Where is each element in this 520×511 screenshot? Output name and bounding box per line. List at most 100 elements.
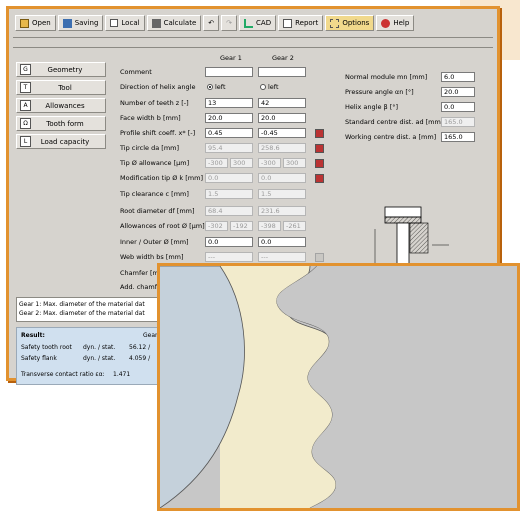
tip-clearance-gear1-input[interactable]: 1.5 bbox=[205, 189, 253, 199]
geometry-icon: G bbox=[20, 64, 31, 75]
cad-icon bbox=[244, 18, 254, 28]
tip-circle-gear1-input[interactable]: 95.4 bbox=[205, 143, 253, 153]
safety-root-mode: dyn. / stat. bbox=[83, 344, 116, 351]
help-button[interactable]: Help bbox=[376, 15, 415, 31]
helix-gear1-radio[interactable]: left bbox=[207, 83, 226, 91]
sidebar-item-label: Load capacity bbox=[40, 137, 90, 146]
report-button[interactable]: Report bbox=[278, 15, 324, 31]
safety-flank-value: 4.059 / bbox=[129, 355, 151, 362]
toolbar: Open Saving Local Calculate ↶ ↷ CAD Repo… bbox=[15, 15, 415, 31]
calculator-icon bbox=[151, 18, 161, 28]
saving-button[interactable]: Saving bbox=[57, 15, 104, 31]
report-icon bbox=[283, 18, 293, 28]
tip-circle-gear2-input[interactable]: 258.6 bbox=[258, 143, 306, 153]
helix-gear2-radio[interactable]: left bbox=[260, 83, 279, 91]
calc-icon[interactable] bbox=[315, 159, 324, 168]
mod-tip-gear2-input[interactable]: 0.0 bbox=[258, 173, 306, 183]
root-diameter-gear2-input[interactable]: 231.6 bbox=[258, 206, 306, 216]
inner-outer-gear2-input[interactable]: 0.0 bbox=[258, 237, 306, 247]
comment-gear1-input[interactable] bbox=[205, 67, 253, 77]
redo-icon: ↷ bbox=[226, 19, 233, 27]
mod-tip-gear1-input[interactable]: 0.0 bbox=[205, 173, 253, 183]
message-line: Gear 1: Max. diameter of the material da… bbox=[19, 301, 145, 308]
gear-mesh-illustration bbox=[160, 266, 517, 508]
teeth-gear1-input[interactable]: 13 bbox=[205, 98, 253, 108]
cad-label: CAD bbox=[256, 19, 272, 27]
divider bbox=[13, 37, 493, 38]
root-allow-g2-upper[interactable]: -261 bbox=[283, 221, 306, 231]
divider bbox=[13, 47, 493, 48]
contact-ratio-label: Transverse contact ratio εα: bbox=[21, 371, 105, 378]
std-centre-input[interactable]: 165.0 bbox=[441, 117, 475, 127]
face-width-label: Face width b [mm] bbox=[120, 114, 181, 122]
web-width-gear2-input[interactable]: --- bbox=[258, 252, 306, 262]
gear2-header: Gear 2 bbox=[272, 54, 294, 62]
sidebar-item-allowances[interactable]: A Allowances bbox=[16, 98, 106, 113]
help-label: Help bbox=[393, 19, 410, 27]
helix-direction-label: Direction of helix angle bbox=[120, 83, 196, 91]
options-button[interactable]: Options bbox=[325, 15, 375, 31]
sidebar-item-tooth-form[interactable]: Ω Tooth form bbox=[16, 116, 106, 131]
mod-tip-label: Modification tip Ø k [mm] bbox=[120, 174, 203, 182]
sidebar-item-label: Tooth form bbox=[46, 119, 84, 128]
face-width-gear2-input[interactable]: 20.0 bbox=[258, 113, 306, 123]
checkbox-icon bbox=[110, 19, 119, 27]
face-width-gear1-input[interactable]: 20.0 bbox=[205, 113, 253, 123]
tip-clearance-gear2-input[interactable]: 1.5 bbox=[258, 189, 306, 199]
save-icon bbox=[62, 18, 72, 28]
tip-allow-g1-lower[interactable]: -300 bbox=[205, 158, 228, 168]
teeth-label: Number of teeth z [-] bbox=[120, 99, 189, 107]
std-centre-label: Standard centre dist. ad [mm] bbox=[345, 118, 444, 126]
root-allow-g2-lower[interactable]: -398 bbox=[258, 221, 281, 231]
work-centre-label: Working centre dist. a [mm] bbox=[345, 133, 437, 141]
normal-module-label: Normal module mn [mm] bbox=[345, 73, 428, 81]
profile-shift-gear2-input[interactable]: -0.45 bbox=[258, 128, 306, 138]
comment-gear2-input[interactable] bbox=[258, 67, 306, 77]
result-panel: Result: Gear Safety tooth root dyn. / st… bbox=[16, 327, 176, 385]
undo-button[interactable]: ↶ bbox=[203, 15, 220, 31]
root-allow-g1-lower[interactable]: -302 bbox=[205, 221, 228, 231]
sidebar-item-geometry[interactable]: G Geometry bbox=[16, 62, 106, 77]
cad-button[interactable]: CAD bbox=[239, 15, 277, 31]
root-diameter-label: Root diameter df [mm] bbox=[120, 207, 195, 215]
add-chamfer-label: Add. chamfe bbox=[120, 283, 162, 291]
safety-root-value: 56.12 / bbox=[129, 344, 151, 351]
redo-button[interactable]: ↷ bbox=[221, 15, 238, 31]
calc-icon[interactable] bbox=[315, 144, 324, 153]
sidebar-item-load-capacity[interactable]: L Load capacity bbox=[16, 134, 106, 149]
tip-allow-g1-upper[interactable]: 300 bbox=[230, 158, 253, 168]
calc-icon[interactable] bbox=[315, 129, 324, 138]
help-icon bbox=[381, 18, 391, 28]
gear-section-diagram bbox=[374, 206, 449, 265]
tip-allow-g2-upper[interactable]: 300 bbox=[283, 158, 306, 168]
sidebar-item-tool[interactable]: T Tool bbox=[16, 80, 106, 95]
safety-flank-mode: dyn. / stat. bbox=[83, 355, 116, 362]
normal-module-input[interactable]: 6.0 bbox=[441, 72, 475, 82]
pressure-angle-input[interactable]: 20.0 bbox=[441, 87, 475, 97]
local-checkbox[interactable]: Local bbox=[105, 15, 145, 31]
calc-icon[interactable] bbox=[315, 174, 324, 183]
tip-circle-label: Tip circle da [mm] bbox=[120, 144, 180, 152]
root-diameter-gear1-input[interactable]: 68.4 bbox=[205, 206, 253, 216]
allowances-icon: A bbox=[20, 100, 31, 111]
tip-allow-g2-lower[interactable]: -300 bbox=[258, 158, 281, 168]
work-centre-input[interactable]: 165.0 bbox=[441, 132, 475, 142]
comment-label: Comment bbox=[120, 68, 152, 76]
web-width-gear1-input[interactable]: --- bbox=[205, 252, 253, 262]
root-allow-g1-upper[interactable]: -192 bbox=[230, 221, 253, 231]
teeth-gear2-input[interactable]: 42 bbox=[258, 98, 306, 108]
folder-icon bbox=[20, 18, 29, 28]
contact-ratio-value: 1.471 bbox=[113, 371, 131, 378]
tooth-form-zoom-view bbox=[157, 263, 520, 511]
helix-angle-label: Helix angle β [°] bbox=[345, 103, 399, 111]
helix-angle-input[interactable]: 0.0 bbox=[441, 102, 475, 112]
options-label: Options bbox=[342, 19, 370, 27]
safety-flank-label: Safety flank bbox=[21, 355, 57, 362]
calc-icon[interactable] bbox=[315, 253, 324, 262]
open-button[interactable]: Open bbox=[15, 15, 56, 31]
inner-outer-gear1-input[interactable]: 0.0 bbox=[205, 237, 253, 247]
options-icon bbox=[330, 18, 340, 28]
calculate-button[interactable]: Calculate bbox=[146, 15, 202, 31]
profile-shift-gear1-input[interactable]: 0.45 bbox=[205, 128, 253, 138]
calculate-label: Calculate bbox=[163, 19, 197, 27]
